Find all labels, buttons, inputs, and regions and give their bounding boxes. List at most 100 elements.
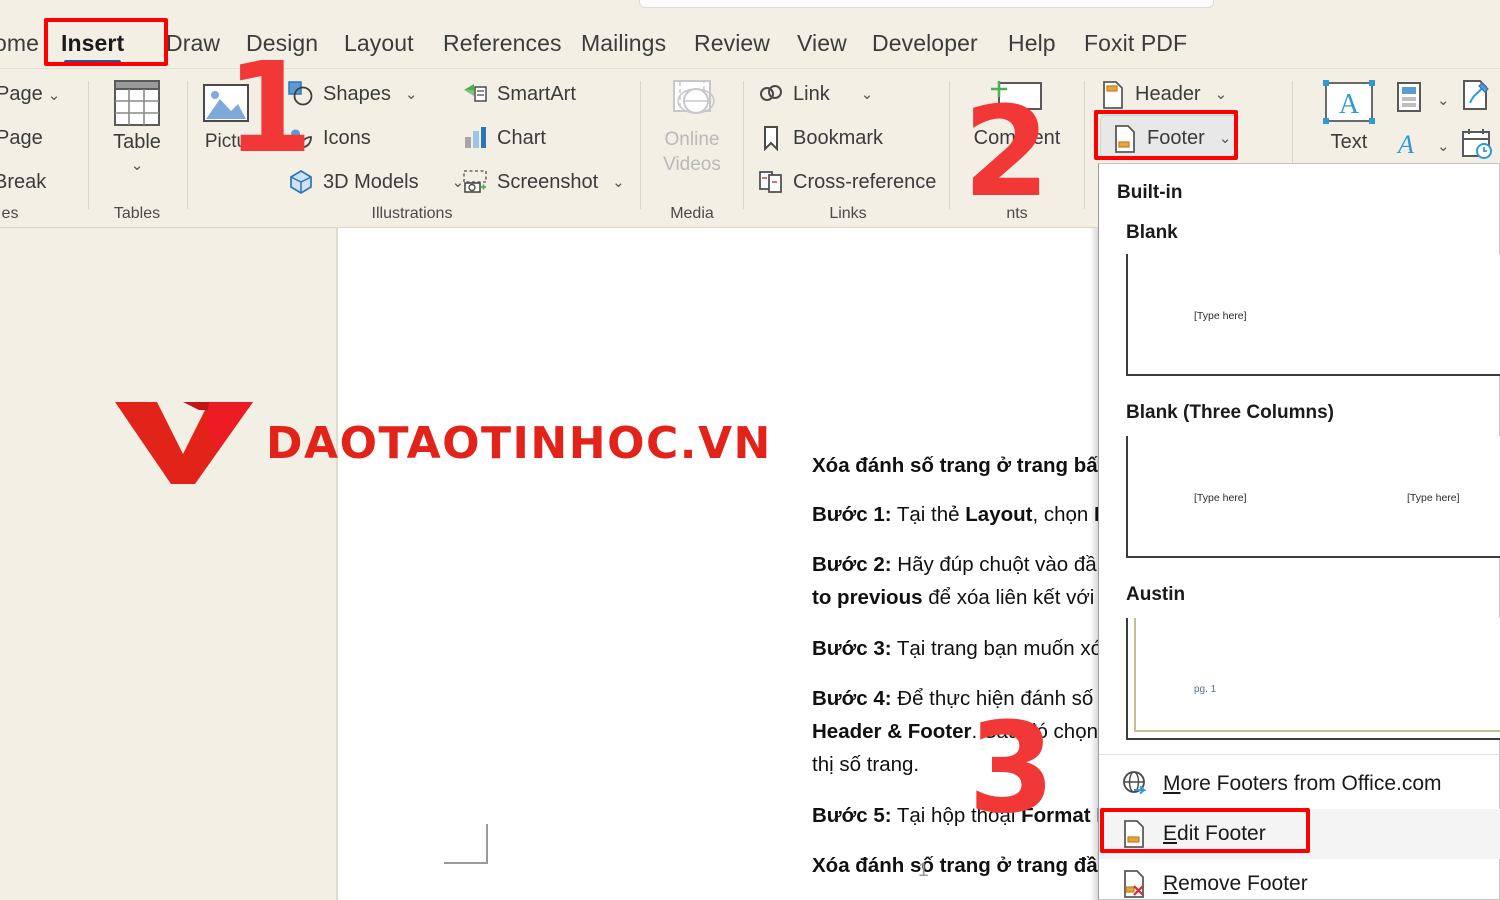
- chevron-down-icon[interactable]: ⌄: [861, 85, 874, 103]
- menu-item-more-footers[interactable]: More Footers from Office.com: [1099, 759, 1500, 809]
- tab-home[interactable]: ome: [0, 18, 45, 68]
- tab-layout[interactable]: Layout: [338, 18, 420, 68]
- date-time-button[interactable]: [1460, 127, 1494, 166]
- 3d-models-button[interactable]: 3D Models ⌄: [288, 169, 464, 195]
- gallery-item-title-austin: Austin: [1126, 584, 1186, 605]
- accel-letter: R: [1163, 872, 1179, 895]
- doc-paragraph: Header & Footer. Sau đó chọn mục Page Nu…: [812, 720, 1098, 743]
- tab-insert-label: Insert: [61, 30, 125, 56]
- gallery-item-title-blank: Blank: [1126, 222, 1178, 243]
- footer-gallery-dropdown[interactable]: Built-in Blank [Type here] Blank (Three …: [1098, 163, 1500, 900]
- chevron-down-icon[interactable]: ⌄: [48, 87, 61, 104]
- bookmark-icon: [758, 125, 784, 152]
- group-label-pages: es: [1, 205, 19, 222]
- tab-foxit-pdf-label: Foxit PDF: [1084, 30, 1188, 56]
- word-application-window: ome Insert Draw Design Layout References…: [0, 0, 1500, 900]
- document-left-margin-area: [0, 228, 338, 900]
- chevron-down-icon[interactable]: ⌄: [1437, 91, 1450, 109]
- menu-item-edit-footer[interactable]: Edit Footer: [1099, 809, 1500, 859]
- smartart-label: SmartArt: [497, 82, 576, 105]
- chevron-down-icon[interactable]: ⌄: [104, 156, 170, 174]
- tab-help-label: Help: [1008, 30, 1056, 56]
- accel-letter: M: [1163, 772, 1181, 795]
- icons-label: Icons: [323, 126, 371, 149]
- group-divider: [1084, 81, 1085, 209]
- online-videos-label-line1: Online: [664, 129, 720, 150]
- cover-page-button[interactable]: Page ⌄: [0, 83, 60, 106]
- doc-paragraph: Bước 4: Để thực hiện đánh số trang lại, …: [812, 687, 1098, 710]
- shapes-button[interactable]: Shapes ⌄: [288, 81, 417, 107]
- cross-reference-label: Cross-reference: [793, 170, 937, 193]
- doc-paragraph: Xóa đánh số trang ở trang đầu tiên (tran…: [812, 854, 1098, 877]
- text-box-button[interactable]: A Text: [1312, 77, 1386, 154]
- smartart-button[interactable]: SmartArt: [462, 81, 576, 107]
- austin-page-mark: pg. 1: [1194, 684, 1217, 695]
- gallery-preview-blank-three-columns[interactable]: [Type here] [Type here]: [1126, 436, 1500, 558]
- dropdown-divider: [1099, 754, 1500, 755]
- chevron-down-icon[interactable]: ⌄: [1219, 129, 1232, 147]
- tab-design[interactable]: Design: [240, 18, 324, 68]
- table-button-label: Table: [113, 131, 161, 153]
- tab-references[interactable]: References: [437, 18, 568, 68]
- link-icon: [758, 81, 784, 107]
- page-break-button[interactable]: Break: [0, 171, 46, 194]
- doc-paragraph: Xóa đánh số trang ở trang bất kỳ trong W…: [812, 454, 1098, 477]
- menu-item-label: Edit Footer: [1163, 822, 1266, 846]
- tab-help[interactable]: Help: [1002, 18, 1062, 68]
- chevron-down-icon[interactable]: ⌄: [612, 173, 625, 191]
- table-button[interactable]: Table ⌄: [104, 77, 170, 174]
- screenshot-icon: [462, 169, 488, 195]
- wordart-button[interactable]: A: [1394, 129, 1424, 164]
- chart-icon: [462, 125, 488, 151]
- document-text-clip: Xóa đánh số trang ở trang bất kỳ trong W…: [338, 228, 1098, 900]
- bookmark-button[interactable]: Bookmark: [758, 125, 884, 152]
- pictures-button[interactable]: Pictu: [196, 77, 256, 153]
- group-label-illustrations: Illustrations: [371, 205, 453, 222]
- doc-paragraph: Bước 2: Hãy đúp chuột vào đầu trang hoặc…: [812, 553, 1098, 576]
- cross-reference-button[interactable]: Cross-reference: [758, 169, 936, 195]
- link-button[interactable]: Link ⌄: [758, 81, 873, 107]
- text-box-icon: A: [1323, 80, 1375, 124]
- signature-icon: [1463, 80, 1489, 110]
- doc-paragraph: Bước 1: Tại thẻ Layout, chọn Break. Sau …: [812, 503, 1098, 526]
- header-button[interactable]: Header ⌄: [1100, 81, 1228, 109]
- screenshot-label: Screenshot: [497, 170, 599, 193]
- footer-button-content[interactable]: Footer ⌄: [1112, 125, 1232, 153]
- menu-item-label: Remove Footer: [1163, 872, 1308, 896]
- tab-review[interactable]: Review: [688, 18, 776, 68]
- tab-insert[interactable]: Insert: [55, 18, 130, 68]
- doc-paragraph: Bước 3: Tại trang bạn muốn xóa, hãy bôi …: [812, 637, 1098, 660]
- tab-view[interactable]: View: [791, 18, 853, 68]
- gallery-preview-austin[interactable]: pg. 1: [1126, 618, 1500, 740]
- tab-view-label: View: [797, 30, 847, 56]
- chevron-down-icon[interactable]: ⌄: [405, 85, 418, 103]
- doc-paragraph: to previous để xóa liên kết với những tr…: [812, 586, 1098, 609]
- tab-developer[interactable]: Developer: [866, 18, 984, 68]
- gallery-preview-blank[interactable]: [Type here]: [1126, 254, 1500, 376]
- placeholder-type-here: [Type here]: [1407, 492, 1460, 504]
- smartart-icon: [462, 81, 488, 107]
- group-divider: [743, 81, 744, 209]
- chevron-down-icon[interactable]: ⌄: [1215, 85, 1228, 103]
- quick-parts-button[interactable]: [1394, 81, 1424, 118]
- tab-foxit-pdf[interactable]: Foxit PDF: [1078, 18, 1193, 68]
- group-divider: [640, 81, 641, 209]
- online-videos-button[interactable]: Online Videos: [655, 77, 729, 177]
- cross-reference-icon: [758, 169, 784, 195]
- cube-3d-icon: [288, 169, 314, 195]
- blank-page-button[interactable]: Page: [0, 127, 43, 150]
- tab-draw[interactable]: Draw: [160, 18, 226, 68]
- screenshot-button[interactable]: Screenshot ⌄: [462, 169, 625, 195]
- tab-mailings[interactable]: Mailings: [575, 18, 672, 68]
- chevron-down-icon[interactable]: ⌄: [1437, 137, 1450, 155]
- ribbon-tab-bar[interactable]: ome Insert Draw Design Layout References…: [0, 18, 1500, 68]
- icons-button[interactable]: Icons: [288, 125, 371, 151]
- bookmark-label: Bookmark: [793, 126, 884, 149]
- menu-label-rest: ore Footers from Office.com: [1180, 772, 1442, 795]
- signature-line-button[interactable]: [1460, 79, 1494, 118]
- chart-button[interactable]: Chart: [462, 125, 546, 151]
- group-label-comments: nts: [1006, 205, 1028, 222]
- menu-item-remove-footer[interactable]: Remove Footer: [1099, 859, 1500, 900]
- new-comment-button[interactable]: Comment: [962, 77, 1072, 150]
- shapes-icon: [288, 81, 314, 107]
